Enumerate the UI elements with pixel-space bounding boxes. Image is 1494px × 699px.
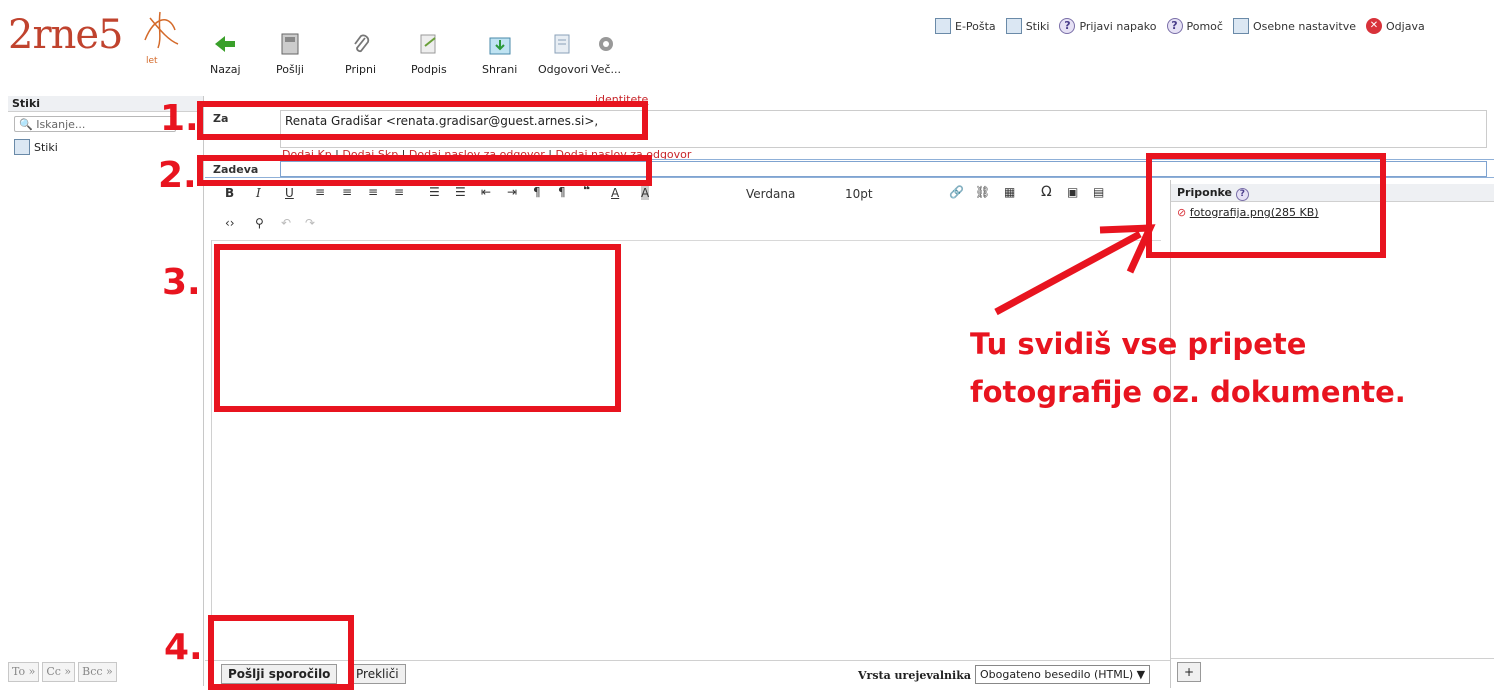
ltr-button[interactable]: ¶ — [533, 185, 541, 199]
cancel-button[interactable]: Prekliči — [349, 664, 406, 684]
outdent-button[interactable]: ⇤ — [481, 185, 491, 199]
arnes-logo: 2rne5 — [8, 12, 123, 58]
media-icon[interactable]: ▤ — [1093, 185, 1104, 199]
editor-type-label: Vrsta urejevalnika — [858, 669, 971, 682]
table-icon[interactable]: ▦ — [1004, 185, 1015, 199]
annotation-box-4 — [208, 615, 354, 690]
special-char-icon[interactable]: Ω — [1041, 184, 1052, 200]
font-select[interactable]: Verdana — [746, 187, 795, 201]
logo-let: let — [146, 56, 158, 66]
question-icon: ? — [1166, 18, 1183, 34]
contacts-book-icon — [14, 139, 30, 155]
annotation-number-2: 2. — [158, 155, 197, 196]
cc-button[interactable]: Cc » — [42, 662, 76, 682]
annotation-note: Tu svidiš vse pripete fotografije oz. do… — [970, 327, 1406, 409]
justify-button[interactable]: ≡ — [394, 185, 404, 199]
find-icon[interactable]: ⚲ — [255, 216, 264, 230]
save-button[interactable]: Shrani — [482, 32, 517, 76]
settings-icon — [1232, 18, 1249, 34]
gear-icon — [598, 37, 613, 51]
report-bug-link[interactable]: ? Prijavi napako — [1059, 18, 1157, 34]
annotation-box-1 — [197, 101, 648, 140]
back-button[interactable]: Nazaj — [210, 32, 241, 76]
paperclip-icon — [353, 34, 369, 53]
font-size-select[interactable]: 10pt — [845, 187, 873, 201]
email-icon — [935, 18, 951, 34]
source-code-icon[interactable]: ‹› — [225, 216, 235, 230]
email-link[interactable]: E-Pošta — [935, 18, 996, 34]
add-attachment-button[interactable]: + — [1177, 662, 1202, 682]
align-center-button[interactable]: ≡ — [342, 185, 352, 199]
attach-footer: + — [1171, 658, 1494, 689]
text-color-button[interactable]: A — [611, 186, 619, 200]
contacts-icon — [1005, 18, 1022, 34]
annotation-box-2 — [197, 155, 652, 186]
unlink-icon[interactable]: ⛓ — [975, 185, 990, 199]
signature-button[interactable]: Podpis — [411, 32, 447, 76]
rtl-button[interactable]: ¶ — [558, 185, 566, 199]
numbered-list-button[interactable]: ☰ — [455, 185, 466, 199]
logout-link[interactable]: ✕ Odjava — [1366, 18, 1425, 34]
logo-swirl-icon — [144, 11, 179, 49]
bcc-button[interactable]: Bcc » — [78, 662, 117, 682]
annotation-box-attachments — [1146, 153, 1386, 258]
annotation-box-3 — [214, 244, 621, 412]
italic-button[interactable]: I — [256, 186, 261, 200]
reply-button[interactable]: Odgovori — [538, 32, 588, 76]
signature-icon — [420, 34, 436, 54]
contacts-link[interactable]: Stiki — [1005, 18, 1049, 34]
contacts-search-input[interactable]: 🔍 Iskanje... — [14, 116, 176, 132]
annotation-arrow-icon — [994, 224, 1156, 316]
attach-button[interactable]: Pripni — [345, 32, 376, 76]
more-button[interactable]: Več... — [591, 32, 621, 76]
send-button[interactable]: Pošlji — [276, 32, 304, 76]
underline-button[interactable]: U — [285, 186, 294, 200]
indent-button[interactable]: ⇥ — [507, 185, 517, 199]
annotation-number-3: 3. — [162, 262, 201, 303]
bold-button[interactable]: B — [225, 186, 234, 200]
recipient-type-buttons: To » Cc » Bcc » — [8, 662, 117, 682]
annotation-number-4: 4. — [164, 627, 203, 668]
to-button[interactable]: To » — [8, 662, 40, 682]
top-links: E-Pošta Stiki ? Prijavi napako ? Pomoč Ose… — [935, 18, 1425, 34]
bg-color-button[interactable]: A — [641, 186, 650, 200]
logout-icon: ✕ — [1366, 18, 1382, 34]
align-right-button[interactable]: ≡ — [368, 185, 378, 199]
bullet-list-button[interactable]: ☰ — [429, 185, 440, 199]
image-icon[interactable]: ▣ — [1067, 185, 1078, 199]
link-icon[interactable]: 🔗 — [949, 185, 964, 199]
back-arrow-icon — [215, 36, 236, 52]
reply-icon — [554, 34, 570, 54]
align-left-button[interactable]: ≡ — [315, 185, 325, 199]
save-icon — [489, 37, 511, 55]
question-icon: ? — [1059, 18, 1076, 34]
sidebar-item-contacts[interactable]: Stiki — [14, 139, 58, 155]
editor-type-select[interactable]: Obogateno besedilo (HTML) ▼ — [975, 665, 1151, 684]
redo-icon[interactable]: ↷ — [305, 216, 315, 230]
send-icon — [281, 33, 299, 55]
help-link[interactable]: ? Pomoč — [1166, 18, 1223, 34]
annotation-number-1: 1. — [160, 98, 199, 139]
undo-icon[interactable]: ↶ — [281, 216, 291, 230]
settings-link[interactable]: Osebne nastavitve — [1232, 18, 1356, 34]
